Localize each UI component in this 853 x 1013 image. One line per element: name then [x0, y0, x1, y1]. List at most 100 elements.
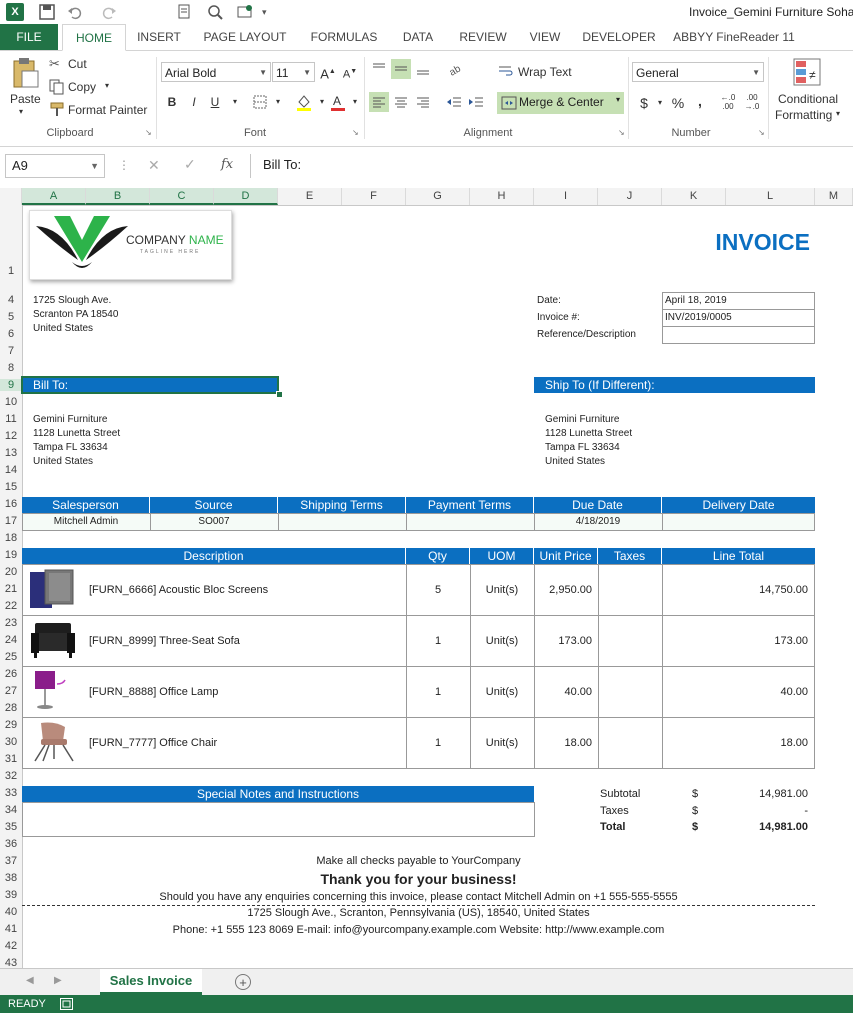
tab-file[interactable]: FILE: [0, 24, 58, 50]
notes-box[interactable]: [22, 802, 535, 837]
font-size-select[interactable]: 11 ▼: [272, 62, 315, 82]
column-header-h[interactable]: H: [470, 188, 534, 205]
increase-indent-icon[interactable]: [466, 92, 486, 112]
tab-page-layout[interactable]: PAGE LAYOUT: [196, 24, 294, 50]
column-header-l[interactable]: L: [726, 188, 815, 205]
line-unit-price[interactable]: 2,950.00: [534, 584, 592, 596]
row-header[interactable]: 28: [0, 702, 22, 714]
row-header[interactable]: 13: [0, 447, 22, 459]
row-header[interactable]: 6: [0, 328, 22, 340]
row-header[interactable]: 18: [0, 532, 22, 544]
orientation-icon[interactable]: ab: [447, 59, 467, 79]
formula-input[interactable]: Bill To:: [250, 154, 853, 178]
number-format-select[interactable]: General ▼: [632, 62, 764, 82]
tab-insert[interactable]: INSERT: [130, 24, 188, 50]
align-top-icon[interactable]: [369, 59, 389, 79]
row-header[interactable]: 20: [0, 566, 22, 578]
row-header[interactable]: 35: [0, 821, 22, 833]
insert-function-icon[interactable]: fx: [221, 157, 233, 172]
comma-button[interactable]: ,: [690, 91, 710, 111]
underline-dropdown-icon[interactable]: ▾: [225, 92, 245, 112]
acoustic-screen-icon[interactable]: [29, 568, 77, 613]
scroll-left-icon[interactable]: ◀: [26, 975, 34, 986]
row-header[interactable]: 27: [0, 685, 22, 697]
align-center-icon[interactable]: [391, 92, 411, 112]
row-header[interactable]: 12: [0, 430, 22, 442]
currency-dropdown-icon[interactable]: ▾: [650, 93, 670, 113]
redo-icon[interactable]: [100, 3, 118, 21]
row-header[interactable]: 29: [0, 719, 22, 731]
align-right-icon[interactable]: [413, 92, 433, 112]
column-header-m[interactable]: M: [815, 188, 853, 205]
add-sheet-icon[interactable]: +: [235, 974, 251, 990]
copy-button[interactable]: Copy: [68, 80, 96, 94]
row-header[interactable]: 34: [0, 804, 22, 816]
row-header[interactable]: 17: [0, 515, 22, 527]
row-header[interactable]: 38: [0, 872, 22, 884]
row-header[interactable]: 15: [0, 481, 22, 493]
line-uom[interactable]: Unit(s): [470, 635, 534, 647]
row-header[interactable]: 26: [0, 668, 22, 680]
conditional-formatting-label-1[interactable]: Conditional: [778, 92, 838, 106]
column-header-b[interactable]: B: [86, 188, 150, 205]
row-header[interactable]: 30: [0, 736, 22, 748]
copy-dropdown-icon[interactable]: ▾: [105, 81, 109, 90]
column-header-k[interactable]: K: [662, 188, 726, 205]
clipboard-launcher-icon[interactable]: ↘: [145, 128, 152, 137]
line-qty[interactable]: 5: [406, 584, 470, 596]
decrease-indent-icon[interactable]: [444, 92, 464, 112]
line-description[interactable]: [FURN_7777] Office Chair: [89, 737, 217, 749]
tab-abbyy[interactable]: ABBYY FineReader 11: [668, 24, 800, 50]
paste-dropdown-icon[interactable]: ▾: [19, 107, 23, 116]
row-header[interactable]: 40: [0, 906, 22, 918]
invoice-number-value[interactable]: INV/2019/0005: [665, 312, 732, 323]
italic-button[interactable]: I: [184, 92, 204, 112]
line-total[interactable]: 14,750.00: [662, 584, 808, 596]
line-description[interactable]: [FURN_6666] Acoustic Bloc Screens: [89, 584, 268, 596]
select-all-corner[interactable]: [0, 188, 22, 205]
underline-button[interactable]: U: [205, 92, 225, 112]
column-header-c[interactable]: C: [150, 188, 214, 205]
line-qty[interactable]: 1: [406, 635, 470, 647]
column-header-a[interactable]: A: [22, 188, 86, 205]
line-qty[interactable]: 1: [406, 737, 470, 749]
row-header[interactable]: 33: [0, 787, 22, 799]
row-header[interactable]: 16: [0, 498, 22, 510]
decrease-decimal-icon[interactable]: .00 →.0: [742, 93, 762, 113]
fill-handle[interactable]: [276, 391, 283, 398]
merge-center-button[interactable]: Merge & Center ▾: [497, 92, 624, 114]
row-header[interactable]: 23: [0, 617, 22, 629]
row-header[interactable]: 4: [0, 294, 22, 306]
font-launcher-icon[interactable]: ↘: [352, 128, 359, 137]
column-header-i[interactable]: I: [534, 188, 598, 205]
sheet-tab-sales-invoice[interactable]: Sales Invoice: [100, 969, 202, 995]
line-total[interactable]: 18.00: [662, 737, 808, 749]
column-header-d[interactable]: D: [214, 188, 278, 205]
row-header[interactable]: 7: [0, 345, 22, 357]
print-preview-icon[interactable]: [176, 3, 194, 21]
row-header[interactable]: 31: [0, 753, 22, 765]
increase-font-icon[interactable]: A▲: [318, 62, 338, 82]
row-header[interactable]: 32: [0, 770, 22, 782]
row-header[interactable]: 11: [0, 413, 22, 425]
company-logo[interactable]: COMPANY NAME TAGLINE HERE: [29, 210, 232, 280]
alignment-launcher-icon[interactable]: ↘: [618, 128, 625, 137]
row-header[interactable]: 14: [0, 464, 22, 476]
line-total[interactable]: 40.00: [662, 686, 808, 698]
align-left-icon[interactable]: [369, 92, 389, 112]
cut-button[interactable]: Cut: [68, 57, 87, 71]
row-header[interactable]: 19: [0, 549, 22, 561]
wrap-text-button[interactable]: Wrap Text: [518, 65, 572, 79]
column-header-g[interactable]: G: [406, 188, 470, 205]
line-qty[interactable]: 1: [406, 686, 470, 698]
number-launcher-icon[interactable]: ↘: [758, 128, 765, 137]
row-header[interactable]: 37: [0, 855, 22, 867]
align-middle-icon[interactable]: [391, 59, 411, 79]
row-header[interactable]: 9: [0, 379, 22, 391]
tab-review[interactable]: REVIEW: [452, 24, 514, 50]
row-header[interactable]: 5: [0, 311, 22, 323]
row-header[interactable]: 41: [0, 923, 22, 935]
source-value[interactable]: SO007: [150, 516, 278, 527]
font-color-dropdown-icon[interactable]: ▾: [345, 92, 365, 112]
line-uom[interactable]: Unit(s): [470, 686, 534, 698]
